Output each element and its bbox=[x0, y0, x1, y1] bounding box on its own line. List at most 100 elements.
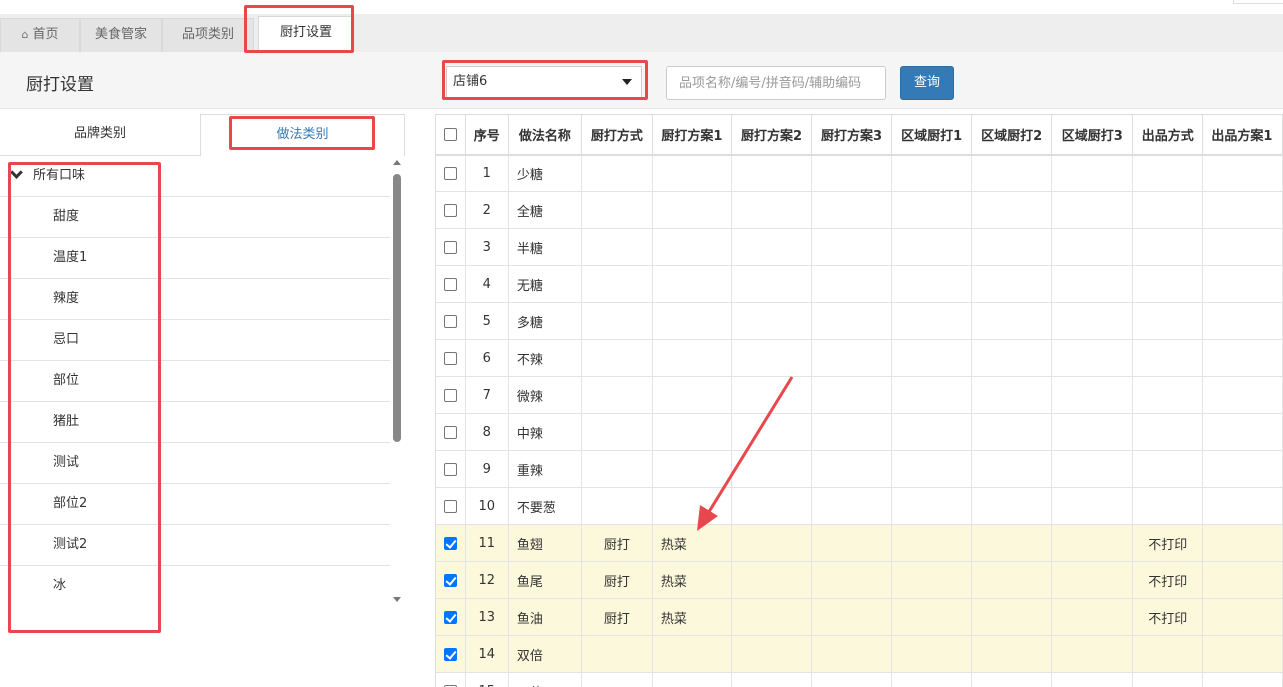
row-checkbox[interactable] bbox=[443, 388, 457, 402]
table-row[interactable]: 7 微辣 bbox=[436, 376, 1283, 414]
cell-empty bbox=[811, 154, 893, 192]
tab-home[interactable]: ⌂ 首页 bbox=[0, 18, 80, 52]
flavor-tree: 所有口味 甜度 温度1 辣度 忌口 部位 猪肚 测试 部位2 测试2 冰 bbox=[0, 156, 390, 606]
tab-item-category[interactable]: 品项类别 bbox=[162, 18, 254, 52]
column-header: 厨打方案2 bbox=[731, 114, 813, 156]
row-checkbox[interactable] bbox=[443, 314, 457, 328]
cell-plan1 bbox=[652, 672, 732, 687]
row-checkbox[interactable] bbox=[443, 203, 457, 217]
table-row[interactable]: 11 鱼翅 厨打 热菜 不打印 bbox=[436, 524, 1283, 562]
cell-no: 9 bbox=[465, 450, 509, 488]
table-row[interactable]: 12 鱼尾 厨打 热菜 不打印 bbox=[436, 561, 1283, 599]
row-select-cell[interactable] bbox=[436, 598, 466, 636]
cell-mode bbox=[581, 376, 653, 414]
scroll-down-icon[interactable] bbox=[393, 597, 401, 602]
tree-item[interactable]: 甜度 bbox=[0, 197, 390, 238]
row-select-cell[interactable] bbox=[436, 635, 466, 673]
cell-out bbox=[1132, 376, 1204, 414]
select-all-checkbox[interactable] bbox=[443, 127, 457, 141]
cell-name: 无糖 bbox=[508, 265, 582, 303]
store-select[interactable]: 店铺6 bbox=[446, 66, 642, 98]
table-row[interactable]: 3 半糖 bbox=[436, 228, 1283, 266]
tree-item-label: 部位 bbox=[53, 373, 80, 388]
row-checkbox[interactable] bbox=[443, 536, 457, 550]
tab-brand-category[interactable]: 品牌类别 bbox=[0, 114, 200, 156]
row-select-cell[interactable] bbox=[436, 413, 466, 451]
row-checkbox[interactable] bbox=[443, 277, 457, 291]
row-select-cell[interactable] bbox=[436, 672, 466, 687]
cell-no: 4 bbox=[465, 265, 509, 303]
row-checkbox[interactable] bbox=[443, 462, 457, 476]
column-header: 出品方案1 bbox=[1202, 114, 1283, 156]
row-select-cell[interactable] bbox=[436, 191, 466, 229]
tree-item[interactable]: 测试 bbox=[0, 443, 390, 484]
row-checkbox[interactable] bbox=[443, 610, 457, 624]
table-row[interactable]: 15三倍 bbox=[436, 672, 1283, 687]
table-row[interactable]: 9 重辣 bbox=[436, 450, 1283, 488]
row-select-cell[interactable] bbox=[436, 487, 466, 525]
tree-scrollbar[interactable] bbox=[391, 158, 403, 604]
cell-empty bbox=[731, 228, 813, 266]
cell-empty bbox=[1051, 487, 1134, 525]
cell-empty bbox=[1202, 191, 1283, 229]
scroll-thumb[interactable] bbox=[393, 174, 401, 442]
row-checkbox[interactable] bbox=[443, 573, 457, 587]
cell-empty bbox=[891, 376, 973, 414]
cell-plan1 bbox=[652, 487, 732, 525]
table-row[interactable]: 1 少糖 bbox=[436, 154, 1283, 192]
tree-item[interactable]: 猪肚 bbox=[0, 402, 390, 443]
tab-method-category[interactable]: 做法类别 bbox=[200, 114, 405, 156]
row-select-cell[interactable] bbox=[436, 265, 466, 303]
tree-item[interactable]: 测试2 bbox=[0, 525, 390, 566]
row-checkbox[interactable] bbox=[443, 647, 457, 661]
row-checkbox[interactable] bbox=[443, 351, 457, 365]
table-row[interactable]: 8 中辣 bbox=[436, 413, 1283, 451]
tab-food-manager[interactable]: 美食管家 bbox=[80, 18, 162, 52]
tree-item[interactable]: 温度1 bbox=[0, 238, 390, 279]
tree-item[interactable]: 部位 bbox=[0, 361, 390, 402]
tree-root[interactable]: 所有口味 bbox=[0, 156, 390, 197]
row-checkbox[interactable] bbox=[443, 240, 457, 254]
cell-empty bbox=[1202, 487, 1283, 525]
column-header: 厨打方案3 bbox=[811, 114, 893, 156]
cell-plan1: 热菜 bbox=[652, 524, 732, 562]
cell-empty bbox=[971, 524, 1053, 562]
tree-item-label: 测试2 bbox=[53, 537, 88, 552]
tree-item[interactable]: 忌口 bbox=[0, 320, 390, 361]
cell-empty bbox=[1051, 635, 1134, 673]
tree-item[interactable]: 冰 bbox=[0, 566, 390, 606]
tree-root-label: 所有口味 bbox=[33, 168, 86, 183]
chevron-down-icon[interactable] bbox=[10, 166, 23, 179]
scroll-up-icon[interactable] bbox=[393, 160, 401, 165]
table-row[interactable]: 5 多糖 bbox=[436, 302, 1283, 340]
cell-out bbox=[1132, 154, 1204, 192]
cell-empty bbox=[731, 339, 813, 377]
row-select-cell[interactable] bbox=[436, 339, 466, 377]
search-input[interactable] bbox=[666, 66, 886, 100]
row-select-cell[interactable] bbox=[436, 376, 466, 414]
row-select-cell[interactable] bbox=[436, 524, 466, 562]
row-checkbox[interactable] bbox=[443, 166, 457, 180]
row-checkbox[interactable] bbox=[443, 425, 457, 439]
table-row[interactable]: 14 双倍 bbox=[436, 635, 1283, 673]
tab-kitchen-print-settings[interactable]: 厨打设置 bbox=[258, 16, 354, 52]
row-select-cell[interactable] bbox=[436, 561, 466, 599]
tree-item-label: 辣度 bbox=[53, 291, 80, 306]
tree-item[interactable]: 辣度 bbox=[0, 279, 390, 320]
select-all-cell[interactable] bbox=[436, 114, 466, 156]
table-row[interactable]: 2 全糖 bbox=[436, 191, 1283, 229]
row-checkbox[interactable] bbox=[443, 499, 457, 513]
query-button[interactable]: 查询 bbox=[900, 66, 954, 100]
row-select-cell[interactable] bbox=[436, 450, 466, 488]
cell-empty bbox=[1202, 302, 1283, 340]
table-row[interactable]: 13 鱼油 厨打 热菜 不打印 bbox=[436, 598, 1283, 636]
cell-empty bbox=[971, 154, 1053, 192]
table-row[interactable]: 4 无糖 bbox=[436, 265, 1283, 303]
table-row[interactable]: 10 不要葱 bbox=[436, 487, 1283, 525]
row-select-cell[interactable] bbox=[436, 228, 466, 266]
tree-item[interactable]: 部位2 bbox=[0, 484, 390, 525]
row-select-cell[interactable] bbox=[436, 154, 466, 192]
table-row[interactable]: 6 不辣 bbox=[436, 339, 1283, 377]
cell-no: 11 bbox=[465, 524, 509, 562]
row-select-cell[interactable] bbox=[436, 302, 466, 340]
